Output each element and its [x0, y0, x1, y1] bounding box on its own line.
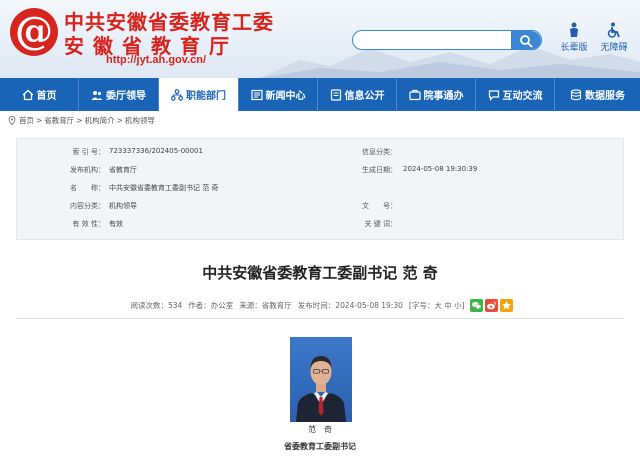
breadcrumb-item[interactable]: 机构简介: [85, 115, 115, 126]
nav-label-interaction: 互动交流: [502, 91, 543, 102]
site-url: http://jyt.ah.gov.cn/: [106, 54, 207, 66]
nav-label-data: 数据服务: [585, 91, 625, 102]
nav-item-home[interactable]: 首页: [0, 78, 78, 111]
breadcrumb-sep: >: [76, 116, 83, 125]
portrait-image: [296, 356, 346, 422]
metadata-table: 索 引 号： 723337336/202405-00001 信息分类： 发布机构…: [16, 138, 624, 240]
wechat-icon: [471, 301, 481, 309]
metadata-label: 名 称：: [70, 184, 105, 192]
article-source: 来源：省教育厅: [239, 300, 292, 310]
metadata-row: 内容分类： 机构领导 文 号：: [17, 201, 625, 218]
breadcrumb: 首页 > 省教育厅 > 机构简介 > 机构领导: [8, 115, 157, 126]
metadata-row: 名 称： 中共安徽省委教育工委副书记 范 奇: [17, 183, 625, 200]
nav-item-news[interactable]: 新闻中心: [239, 78, 317, 111]
weibo-icon: [486, 301, 496, 309]
search-box: [352, 30, 542, 50]
news-icon: [250, 89, 263, 100]
org-chart-icon: [171, 88, 183, 101]
search-button[interactable]: [511, 31, 541, 49]
metadata-row: 索 引 号： 723337336/202405-00001 信息分类：: [17, 147, 625, 164]
data-icon: [570, 88, 582, 100]
service-icon: [408, 89, 421, 100]
metadata-value: 机构领导: [109, 202, 137, 210]
favorite-icon: [501, 300, 511, 309]
home-icon: [22, 89, 33, 100]
accessibility-icon: [607, 22, 620, 38]
users-icon: [91, 90, 103, 100]
nav-item-services[interactable]: 院事通办: [397, 78, 475, 111]
location-pin-icon: [8, 116, 16, 125]
accessibility-button[interactable]: 无障碍: [594, 22, 634, 53]
main-nav: 首页 委厅领导 职能部门 新闻中心 信息公开 院事通办 互动交流 数据服务: [0, 78, 640, 111]
view-count: 阅读次数：534: [130, 300, 183, 310]
nav-item-leaders[interactable]: 委厅领导: [79, 78, 158, 111]
site-header: @ 中共安徽省委教育工委 安徽省教育厅 http://jyt.ah.gov.cn…: [0, 0, 640, 78]
metadata-value: 有效: [109, 220, 123, 228]
chat-icon: [488, 89, 499, 101]
weibo-share-button[interactable]: [484, 298, 498, 312]
nav-label-leaders: 委厅领导: [106, 91, 146, 102]
article-title: 中共安徽省委教育工委副书记 范 奇: [202, 264, 438, 282]
metadata-row: 发布机构： 省教育厅 生成日期： 2024-05-08 19:30:39: [17, 165, 625, 182]
search-icon: [520, 35, 533, 48]
breadcrumb-item[interactable]: 机构领导: [125, 115, 155, 126]
publish-time: 发布时间：2024-05-08 19:30: [297, 300, 403, 310]
breadcrumb-sep: >: [36, 116, 43, 125]
wechat-share-button[interactable]: [469, 298, 483, 312]
accessibility-label: 无障碍: [600, 43, 628, 53]
site-logo[interactable]: @: [10, 8, 58, 56]
nav-item-info-disclosure[interactable]: 信息公开: [318, 78, 396, 111]
metadata-label: 信息分类：: [362, 148, 397, 156]
nav-label-news: 新闻中心: [265, 91, 306, 102]
metadata-row: 有 效 性： 有效 关 键 词：: [17, 219, 625, 236]
metadata-label: 有 效 性：: [72, 220, 105, 228]
metadata-value: 省教育厅: [109, 166, 137, 174]
metadata-label: 文 号：: [362, 202, 397, 210]
nav-label-departments: 职能部门: [186, 91, 226, 102]
info-icon: [330, 88, 341, 101]
font-size-switcher[interactable]: [字号：大 中 小]: [409, 300, 465, 311]
metadata-value: 2024-05-08 19:30:39: [403, 165, 478, 173]
logo-at-icon: @: [15, 8, 53, 53]
nav-item-data[interactable]: 数据服务: [555, 78, 640, 111]
elder-mode-button[interactable]: 长辈版: [554, 22, 594, 53]
elder-mode-label: 长辈版: [560, 43, 588, 53]
article-author: 作者：办公室: [188, 300, 234, 310]
metadata-value: 中共安徽省委教育工委副书记 范 奇: [109, 184, 219, 192]
metadata-label: 关 键 词：: [364, 220, 397, 228]
breadcrumb-item[interactable]: 省教育厅: [44, 115, 74, 126]
metadata-label: 索 引 号：: [72, 148, 105, 156]
favorite-button[interactable]: [499, 298, 513, 312]
nav-item-interaction[interactable]: 互动交流: [476, 78, 554, 111]
portrait-name: 范 奇: [308, 425, 332, 434]
article-meta: 阅读次数：534 作者：办公室 来源：省教育厅 发布时间：2024-05-08 …: [0, 298, 640, 312]
content-divider: [16, 318, 624, 319]
breadcrumb-sep: >: [116, 116, 123, 125]
nav-label-info-disclosure: 信息公开: [344, 91, 385, 102]
breadcrumb-item[interactable]: 首页: [19, 115, 34, 126]
nav-label-home: 首页: [36, 91, 57, 102]
metadata-label: 生成日期：: [362, 166, 397, 174]
official-portrait: [290, 337, 352, 422]
metadata-value: 723337336/202405-00001: [109, 147, 203, 155]
metadata-label: 内容分类：: [70, 202, 105, 210]
elder-mode-icon: [570, 22, 578, 37]
portrait-position: 省委教育工委副书记: [284, 442, 356, 451]
search-input[interactable]: [361, 33, 511, 47]
nav-label-services: 院事通办: [423, 91, 464, 102]
metadata-label: 发布机构：: [70, 166, 105, 174]
nav-item-departments[interactable]: 职能部门: [159, 78, 238, 111]
